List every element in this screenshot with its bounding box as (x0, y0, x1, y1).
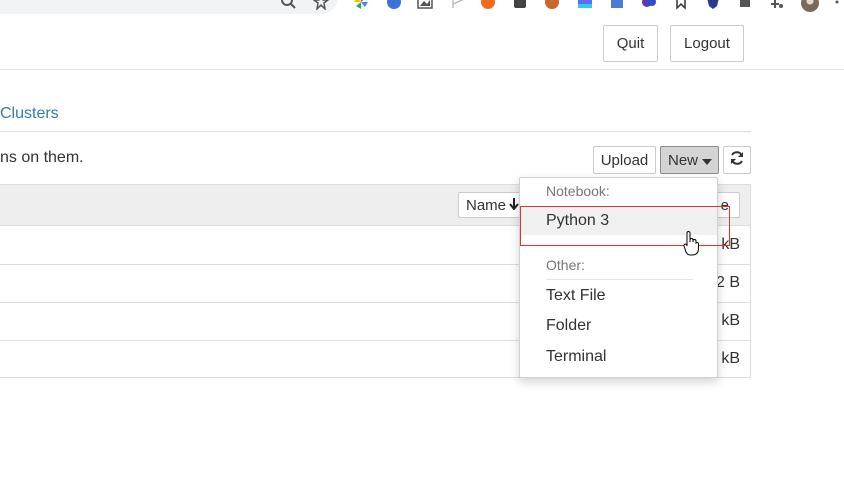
extension-flag-icon[interactable] (449, 0, 465, 10)
extension-orange-icon[interactable] (480, 0, 496, 10)
file-size: kB (721, 350, 740, 367)
extension-blue-icon[interactable] (386, 0, 402, 10)
other-section-header: Other: (546, 257, 585, 273)
upload-button[interactable]: Upload (593, 146, 656, 174)
file-size: kB (721, 312, 740, 329)
extension-bookmark-icon[interactable] (673, 0, 689, 10)
menu-item-text-file[interactable]: Text File (520, 282, 717, 310)
media-control-icon[interactable] (769, 0, 785, 10)
extension-swirl-icon[interactable] (544, 0, 560, 10)
tab-clusters[interactable]: Clusters (0, 105, 59, 123)
search-icon[interactable] (281, 0, 297, 10)
extension-image-icon[interactable] (417, 0, 433, 10)
browser-toolbar (0, 0, 844, 14)
browser-menu-icon[interactable] (834, 0, 844, 10)
file-size: 2 B (715, 274, 740, 291)
menu-item-label: Terminal (546, 348, 607, 365)
extension-rainbow-icon[interactable] (577, 0, 593, 10)
quit-button[interactable]: Quit (603, 25, 658, 62)
new-button[interactable]: New (660, 146, 719, 174)
extension-purple-icon[interactable] (641, 0, 657, 10)
tabs-divider (0, 131, 751, 132)
sort-name-label: Name (466, 196, 507, 214)
sort-by-name-button[interactable]: Name (458, 192, 528, 218)
caret-down-icon (702, 152, 713, 169)
menu-divider (546, 279, 693, 280)
refresh-icon (729, 150, 745, 170)
extensions-puzzle-icon[interactable] (737, 0, 753, 10)
extension-dark-icon[interactable] (512, 0, 528, 10)
arrow-down-icon (509, 197, 519, 214)
notebook-section-header: Notebook: (546, 183, 610, 199)
menu-item-terminal[interactable]: Terminal (520, 343, 717, 371)
logout-button[interactable]: Logout (670, 25, 744, 62)
header-divider (0, 69, 844, 70)
menu-item-label: Folder (546, 317, 592, 334)
menu-item-label: Text File (546, 287, 606, 304)
menu-item-folder[interactable]: Folder (520, 312, 717, 340)
extension-shield-icon[interactable] (705, 0, 721, 10)
extension-pinwheel-icon[interactable] (353, 0, 369, 10)
profile-avatar-icon[interactable] (801, 0, 819, 12)
hand-cursor-icon (683, 231, 699, 262)
bookmark-star-icon[interactable] (313, 0, 329, 10)
extension-puzzle-blue-icon[interactable] (609, 0, 625, 10)
refresh-button[interactable] (723, 146, 751, 174)
new-button-label: New (668, 151, 699, 169)
selection-hint-text: ns on them. (0, 149, 84, 166)
